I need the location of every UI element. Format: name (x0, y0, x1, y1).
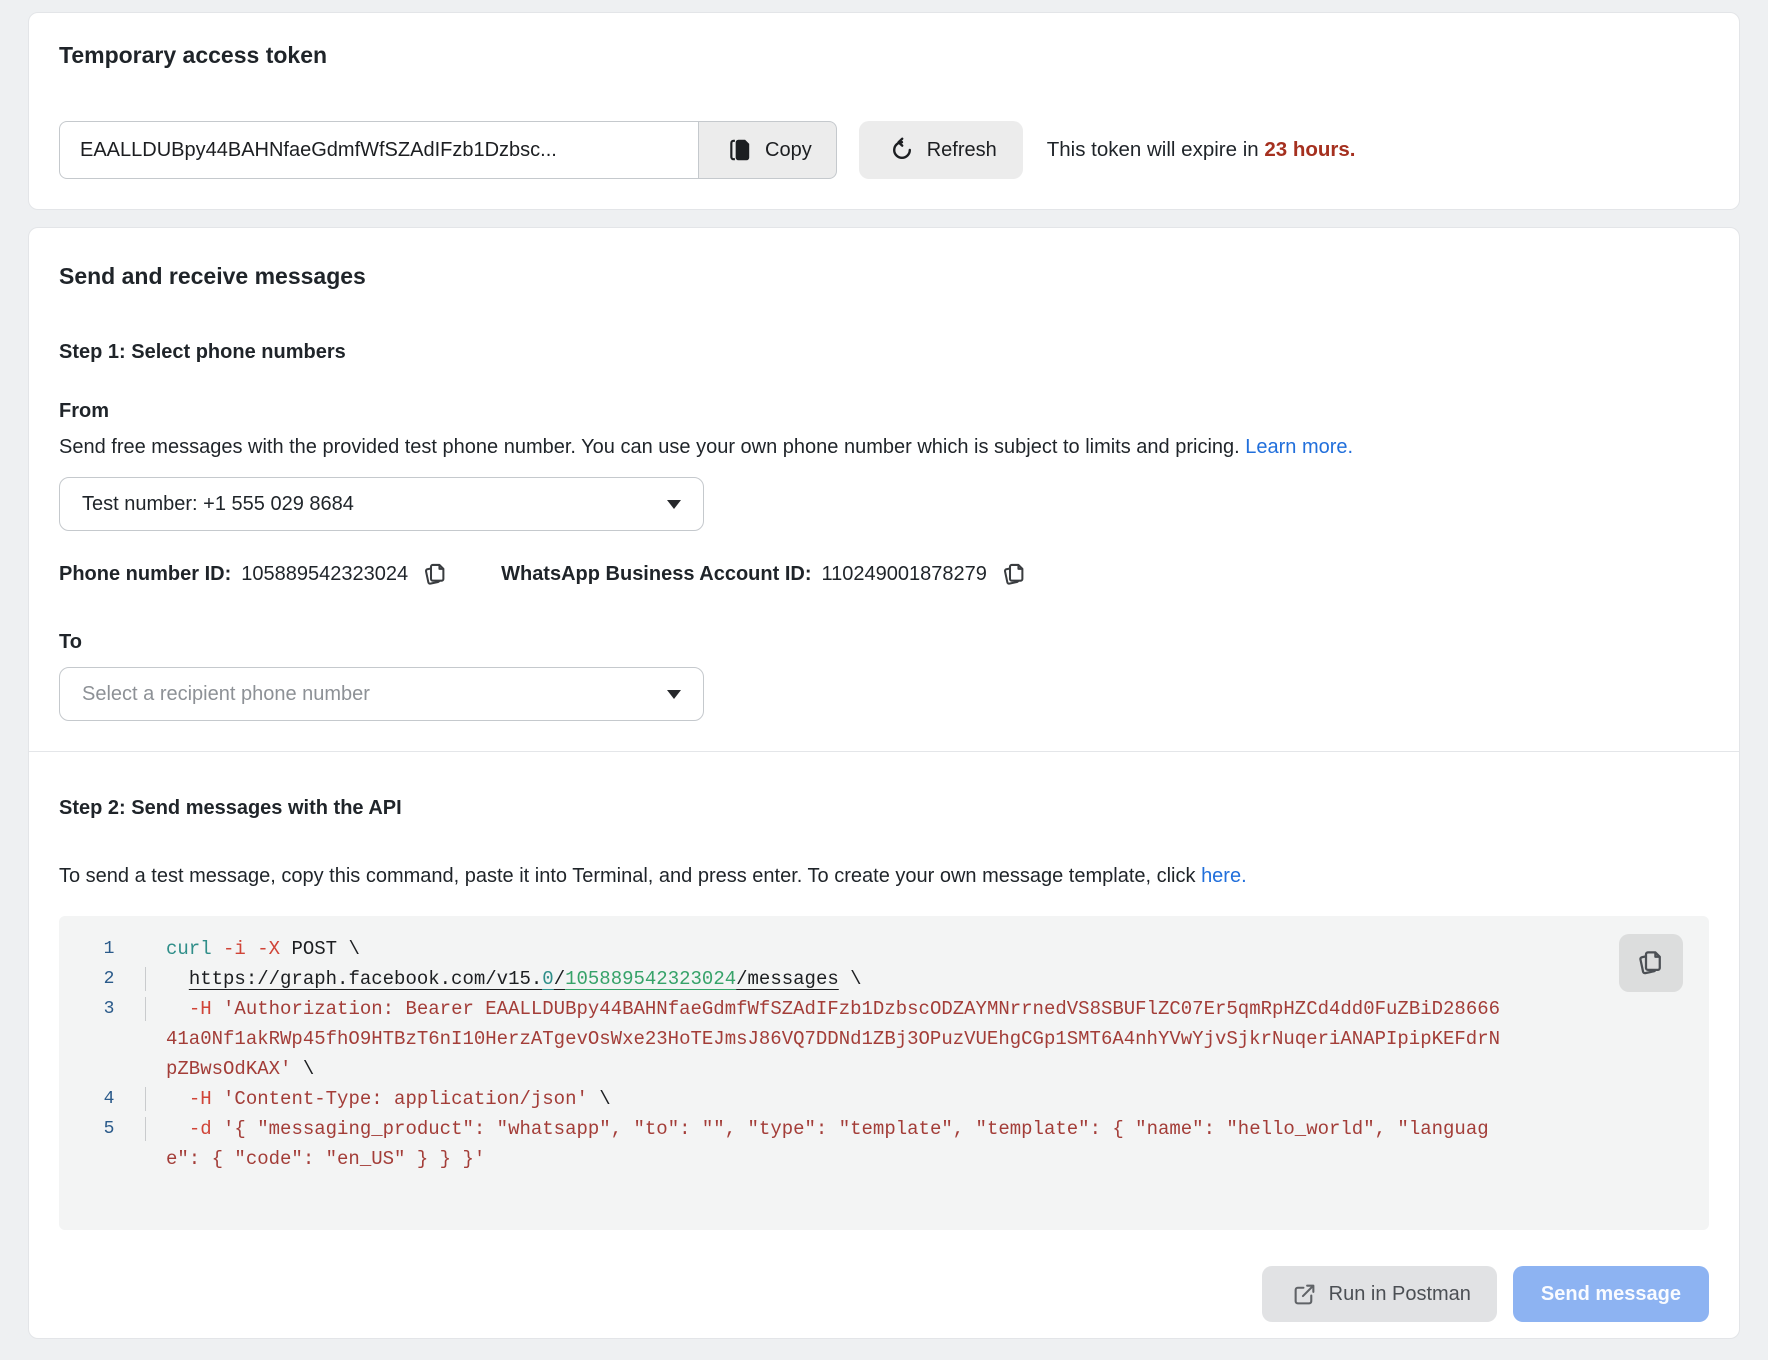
code-segment (166, 998, 189, 1020)
code-segment: \ (588, 1088, 611, 1110)
learn-more-link[interactable]: Learn more. (1245, 436, 1353, 458)
code-line-3: 3 -H 'Authorization: Bearer EAALLDUBpy44… (73, 994, 1709, 1084)
copy-waba-id-button[interactable] (1001, 561, 1028, 588)
code-segment: \ (839, 968, 862, 990)
waba-id-group: WhatsApp Business Account ID: 1102490018… (501, 561, 1028, 588)
code-segment: -H (189, 998, 212, 1020)
code-segment (166, 1088, 189, 1110)
line-number: 5 (73, 1114, 145, 1144)
phone-number-id-group: Phone number ID: 105889542323024 (59, 561, 449, 588)
footer-actions: Run in Postman Send message (29, 1266, 1739, 1322)
external-link-icon (1292, 1282, 1317, 1307)
copy-pages-icon (1005, 565, 1023, 584)
section-divider (29, 751, 1739, 752)
code-segment: \ (291, 1058, 314, 1080)
code-segment (246, 938, 257, 960)
code-text: -H 'Authorization: Bearer EAALLDUBpy44BA… (146, 994, 1709, 1084)
from-number-selected: Test number: +1 555 029 8684 (82, 493, 354, 516)
code-segment: -H (189, 1088, 212, 1110)
code-segment: 'Content-Type: application/json' (212, 1088, 588, 1110)
token-card: Temporary access token EAALLDUBpy44BAHNf… (28, 12, 1740, 210)
token-card-title: Temporary access token (59, 41, 1709, 69)
copy-phone-id-button[interactable] (422, 561, 449, 588)
code-lines: 1curl -i -X POST \2 https://graph.facebo… (73, 934, 1709, 1174)
from-label: From (29, 399, 1739, 424)
step2-help-prefix: To send a test message, copy this comman… (59, 865, 1201, 887)
run-in-postman-label: Run in Postman (1329, 1283, 1471, 1306)
code-segment: curl (166, 938, 212, 960)
code-text: -d '{ "messaging_product": "whatsapp", "… (146, 1114, 1709, 1174)
from-help-prefix: Send free messages with the provided tes… (59, 436, 1245, 458)
to-dropdown-wrap: Select a recipient phone number (29, 667, 1739, 721)
copy-code-button[interactable] (1619, 934, 1683, 992)
ids-row: Phone number ID: 105889542323024 WhatsAp… (29, 561, 1739, 588)
waba-id-label: WhatsApp Business Account ID: (501, 563, 811, 586)
code-text: https://graph.facebook.com/v15.0/1058895… (146, 964, 1709, 994)
send-message-label: Send message (1541, 1283, 1681, 1306)
code-segment: /messages (736, 968, 839, 990)
waba-id-value: 110249001878279 (821, 563, 986, 586)
line-number: 1 (73, 934, 145, 964)
line-number: 3 (73, 994, 145, 1024)
code-segment: 105889542323024 (565, 968, 736, 990)
line-number: 2 (73, 964, 145, 994)
to-number-dropdown[interactable]: Select a recipient phone number (59, 667, 704, 721)
phone-number-id-label: Phone number ID: (59, 563, 231, 586)
code-segment: -X (257, 938, 280, 960)
step2-heading: Step 2: Send messages with the API (29, 796, 1739, 821)
code-line-5: 5 -d '{ "messaging_product": "whatsapp",… (73, 1114, 1709, 1174)
code-segment: / (554, 968, 565, 990)
refresh-button-label: Refresh (927, 139, 997, 162)
step2-help-text: To send a test message, copy this comman… (29, 863, 1739, 890)
send-card-title: Send and receive messages (29, 262, 1739, 290)
code-text: -H 'Content-Type: application/json' \ (146, 1084, 1709, 1114)
access-token-value: EAALLDUBpy44BAHNfaeGdmfWfSZAdIFzb1Dzbsc.… (80, 139, 557, 162)
code-segment: '{ "messaging_product": "whatsapp", "to"… (166, 1118, 1489, 1170)
chevron-down-icon (667, 690, 681, 699)
code-segment: 0 (542, 968, 553, 990)
to-number-placeholder: Select a recipient phone number (82, 683, 370, 706)
code-line-1: 1curl -i -X POST \ (73, 934, 1709, 964)
code-line-2: 2 https://graph.facebook.com/v15.0/10588… (73, 964, 1709, 994)
send-receive-card: Send and receive messages Step 1: Select… (28, 227, 1740, 1339)
to-label: To (29, 630, 1739, 655)
code-segment: https://graph.facebook.com/v15. (189, 968, 542, 990)
copy-pages-icon (1636, 948, 1666, 978)
send-message-button[interactable]: Send message (1513, 1266, 1709, 1322)
run-in-postman-button[interactable]: Run in Postman (1262, 1266, 1497, 1322)
token-expiry-text: This token will expire in 23 hours. (1047, 138, 1356, 162)
code-segment: POST \ (280, 938, 360, 960)
code-segment: -d (189, 1118, 212, 1140)
copy-token-button[interactable]: Copy (699, 121, 837, 179)
refresh-icon (889, 137, 915, 163)
code-segment (166, 968, 189, 990)
line-number: 4 (73, 1084, 145, 1114)
expiry-highlight: 23 hours. (1264, 138, 1355, 161)
phone-number-id-value: 105889542323024 (241, 563, 408, 586)
code-segment: 'Authorization: Bearer EAALLDUBpy44BAHNf… (166, 998, 1500, 1080)
access-token-field[interactable]: EAALLDUBpy44BAHNfaeGdmfWfSZAdIFzb1Dzbsc.… (59, 121, 699, 179)
from-number-dropdown[interactable]: Test number: +1 555 029 8684 (59, 477, 704, 531)
code-line-4: 4 -H 'Content-Type: application/json' \ (73, 1084, 1709, 1114)
copy-button-label: Copy (765, 139, 812, 162)
from-help-text: Send free messages with the provided tes… (29, 434, 1739, 461)
code-segment: -i (223, 938, 246, 960)
refresh-token-button[interactable]: Refresh (859, 121, 1023, 179)
chevron-down-icon (667, 500, 681, 509)
step1-heading: Step 1: Select phone numbers (29, 340, 1739, 365)
here-link[interactable]: here. (1201, 865, 1247, 887)
curl-code-block: 1curl -i -X POST \2 https://graph.facebo… (59, 916, 1709, 1230)
code-segment (166, 1118, 189, 1140)
code-segment (212, 938, 223, 960)
token-row: EAALLDUBpy44BAHNfaeGdmfWfSZAdIFzb1Dzbsc.… (59, 121, 1709, 179)
from-dropdown-wrap: Test number: +1 555 029 8684 (29, 477, 1739, 531)
code-text: curl -i -X POST \ (146, 934, 1709, 964)
copy-icon (727, 137, 753, 163)
copy-pages-icon (426, 565, 444, 584)
expiry-prefix: This token will expire in (1047, 138, 1265, 161)
